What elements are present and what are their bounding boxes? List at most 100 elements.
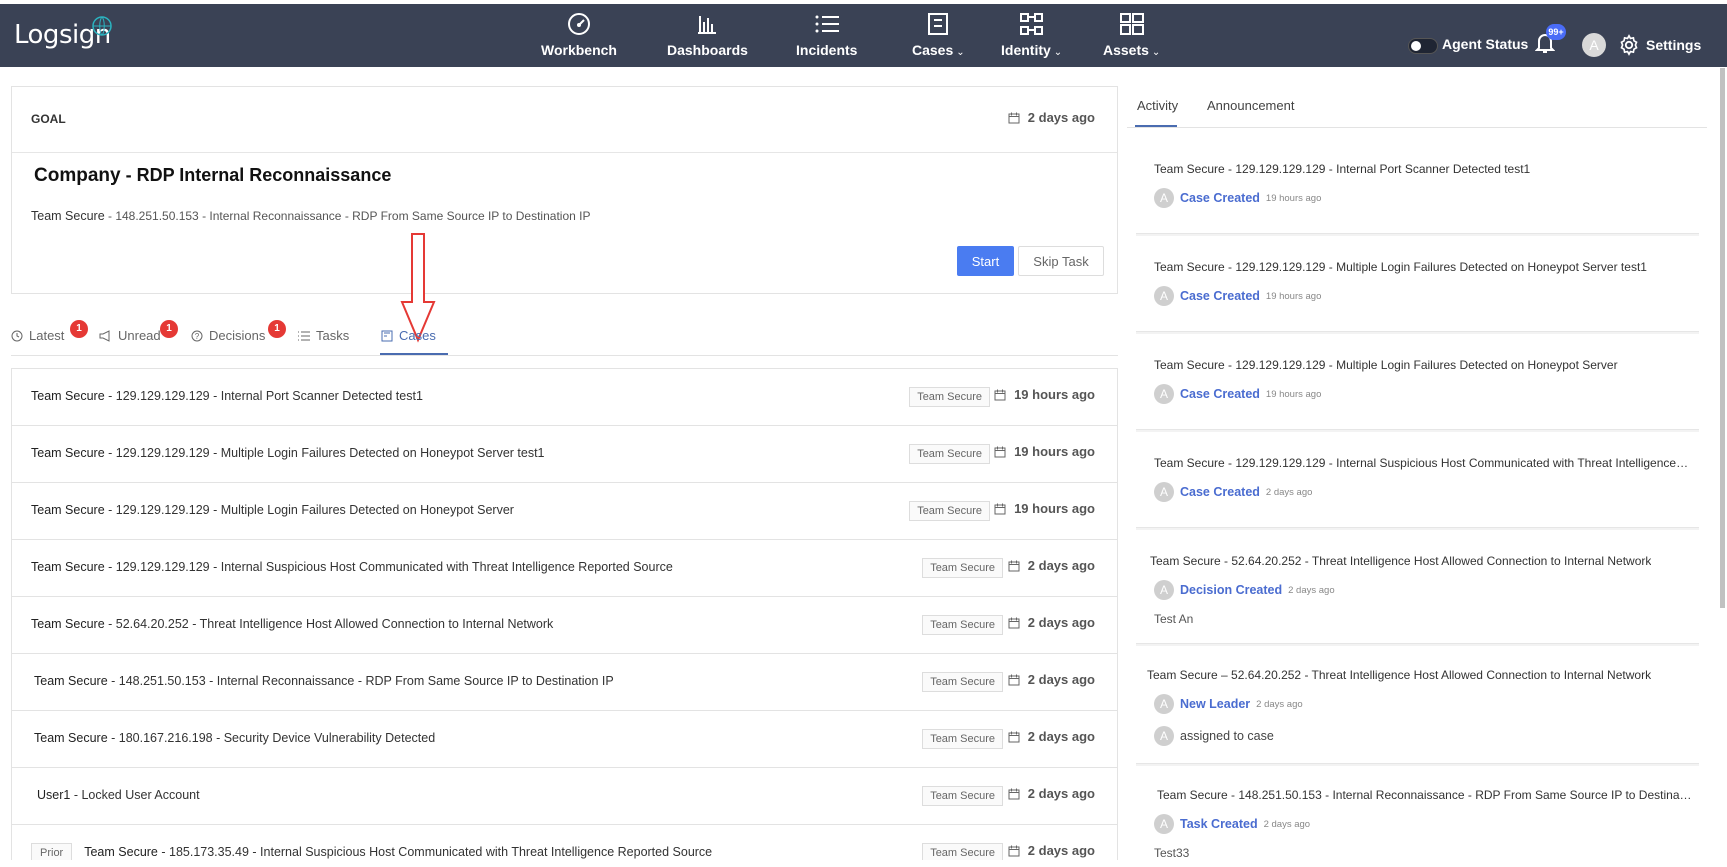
case-date-text: 19 hours ago [1014,444,1095,459]
activity-item[interactable]: Team Secure – 52.64.20.252 - Threat Inte… [1136,646,1699,764]
activity-title: Team Secure - 52.64.20.252 - Threat Inte… [1150,554,1652,568]
activity-event-label[interactable]: Decision Created [1180,583,1282,597]
active-tab-indicator [1135,125,1177,127]
table-row[interactable]: Team Secure - 129.129.129.129 - Internal… [12,369,1117,426]
nav-incidents-label: Incidents [796,42,858,58]
logo-globe-icon [92,16,112,36]
activity-time: 2 days ago [1265,486,1313,498]
activity-item[interactable]: Team Secure - 52.64.20.252 - Threat Inte… [1136,530,1699,644]
agent-status-toggle[interactable] [1408,38,1438,54]
activity-feed: Team Secure - 129.129.129.129 - Internal… [1136,138,1699,867]
calendar-icon [994,446,1006,457]
calendar-icon [1008,731,1020,742]
scrollbar-thumb[interactable] [1720,68,1725,608]
activity-item[interactable]: Team Secure - 129.129.129.129 - Multiple… [1136,236,1699,332]
activity-time: 19 hours ago [1265,290,1322,302]
activity-time: 19 hours ago [1265,388,1322,400]
activity-event-label[interactable]: Case Created [1180,387,1260,401]
activity-event-label[interactable]: New Leader [1180,697,1250,711]
table-row[interactable]: Team Secure - 52.64.20.252 - Threat Inte… [12,597,1117,654]
nav-identity[interactable]: Identity ⌄ [1001,10,1062,58]
activity-event-label[interactable]: Case Created [1180,485,1260,499]
nav-workbench[interactable]: Workbench [541,10,617,58]
activity-title: Team Secure - 129.129.129.129 - Internal… [1154,162,1531,176]
case-title: Team Secure - 129.129.129.129 - Multiple… [31,503,514,517]
avatar: A [1154,384,1174,404]
tab-unread[interactable]: Unread [99,328,161,343]
case-date-text: 2 days ago [1027,672,1095,687]
case-team: Team Secure [34,674,108,688]
avatar: A [1154,694,1174,714]
case-date: 2 days ago [1008,786,1095,801]
nav-cases[interactable]: Cases ⌄ [912,10,965,58]
tab-latest[interactable]: Latest [11,328,64,343]
tab-cases[interactable]: Cases [381,328,436,343]
tab-tasks[interactable]: Tasks [298,328,349,343]
tab-decisions-badge: 1 [268,320,286,338]
case-team: Team Secure [31,503,105,517]
case-list: Team Secure - 129.129.129.129 - Internal… [11,368,1118,867]
feed-tabs: Latest 1 Unread 1 ? Decisions 1 Tasks Ca… [11,320,1118,356]
table-row[interactable]: Team Secure - 129.129.129.129 - Multiple… [12,483,1117,540]
avatar[interactable]: A [1582,33,1606,57]
activity-event-label[interactable]: Task Created [1180,817,1258,831]
case-tag: Team Secure [909,444,990,464]
case-title: Team Secure - 52.64.20.252 - Threat Inte… [31,617,553,631]
gauge-icon [567,10,591,38]
settings-button[interactable]: Settings [1618,34,1701,56]
activity-event: A Case Created 19 hours ago [1154,384,1321,404]
avatar: A [1154,482,1174,502]
table-row[interactable]: Team Secure - 180.167.216.198 - Security… [12,711,1117,768]
case-text: - 129.129.129.129 - Multiple Login Failu… [104,446,545,460]
nav-cases-label: Cases [912,42,954,58]
table-row[interactable]: Team Secure - 129.129.129.129 - Internal… [12,540,1117,597]
activity-event: A Decision Created 2 days ago [1154,580,1335,600]
skip-task-button[interactable]: Skip Task [1018,246,1104,276]
activity-time: 2 days ago [1288,584,1335,596]
goal-desc-rest: - 148.251.50.153 - Internal Reconnaissan… [104,209,591,223]
activity-title: Team Secure – 52.64.20.252 - Threat Inte… [1147,668,1652,682]
case-date-text: 2 days ago [1027,843,1095,858]
start-button[interactable]: Start [957,246,1014,276]
case-team: Team Secure [34,731,108,745]
bar-chart-icon [695,10,719,38]
activity-event: A Task Created 2 days ago [1154,814,1310,834]
avatar: A [1154,188,1174,208]
activity-item[interactable]: Team Secure - 148.251.50.153 - Internal … [1136,766,1699,867]
case-text: - 129.129.129.129 - Internal Suspicious … [104,560,673,574]
table-row[interactable]: Team Secure - 129.129.129.129 - Multiple… [12,426,1117,483]
agent-status-label: Agent Status [1442,36,1529,52]
goal-title-rest: RDP Internal Reconnaissance [136,165,392,185]
chevron-down-icon: ⌄ [956,47,965,58]
nav-assets[interactable]: Assets ⌄ [1103,10,1160,58]
activity-item[interactable]: Team Secure - 129.129.129.129 - Internal… [1136,138,1699,234]
table-row[interactable]: User1 - Locked User Account Team Secure … [12,768,1117,825]
logo[interactable]: Logsign [14,16,112,50]
activity-item[interactable]: Team Secure - 129.129.129.129 - Multiple… [1136,334,1699,430]
activity-assign: A assigned to case [1154,726,1274,746]
folder-icon [927,10,949,38]
activity-item[interactable]: Team Secure - 129.129.129.129 - Internal… [1136,432,1699,528]
activity-event-label[interactable]: Case Created [1180,289,1260,303]
goal-description: Team Secure - 148.251.50.153 - Internal … [31,209,590,223]
tab-decisions[interactable]: ? Decisions [191,328,265,343]
tab-unread-badge: 1 [160,320,178,338]
table-row[interactable]: Team Secure - 148.251.50.153 - Internal … [12,654,1117,711]
case-tag: Team Secure [909,387,990,407]
activity-event: A Case Created 19 hours ago [1154,286,1321,306]
nav-workbench-label: Workbench [541,42,617,58]
case-tag: Team Secure [909,501,990,521]
activity-event-label[interactable]: Case Created [1180,191,1260,205]
goal-card: GOAL 2 days ago Company - RDP Internal R… [11,86,1118,294]
case-date-text: 2 days ago [1027,729,1095,744]
calendar-icon [994,503,1006,514]
case-text: - 180.167.216.198 - Security Device Vuln… [107,731,436,745]
chevron-down-icon: ⌄ [1151,47,1161,58]
nav-incidents[interactable]: Incidents [796,10,857,58]
tab-activity[interactable]: Activity [1137,98,1178,113]
activity-time: 2 days ago [1256,698,1303,710]
case-title: Team Secure - 180.167.216.198 - Security… [34,731,435,745]
nav-dashboards[interactable]: Dashboards [667,10,748,58]
tab-announcement[interactable]: Announcement [1207,98,1294,113]
case-team: Team Secure [84,845,158,859]
